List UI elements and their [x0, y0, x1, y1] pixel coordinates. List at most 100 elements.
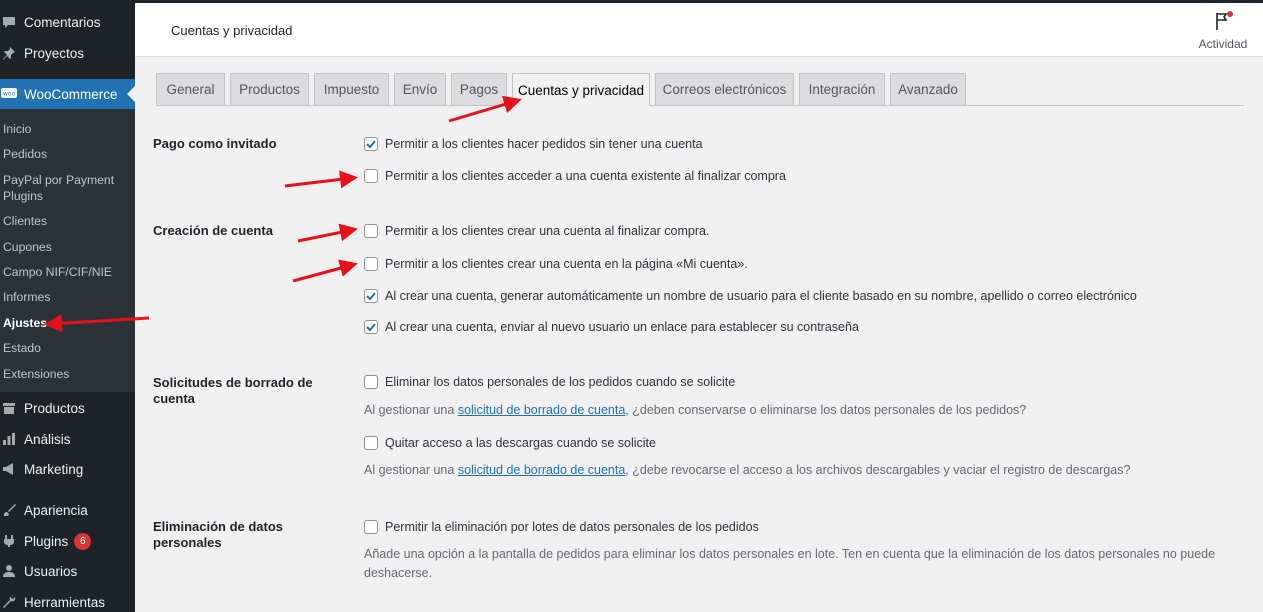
option-text: Permitir a los clientes acceder a una cu…	[385, 169, 786, 183]
menu-label: Análisis	[24, 431, 71, 447]
label-eliminacion-datos: Eliminación de datos personales	[153, 519, 284, 550]
admin-sidebar: Comentarios Proyectos woo WooCommerce In…	[0, 0, 135, 612]
settings-tabs: General Productos Impuesto Envío Pagos C…	[156, 73, 1244, 106]
checkbox-send-password-link[interactable]	[364, 320, 378, 334]
woocommerce-submenu: Inicio Pedidos PayPal por Payment Plugin…	[0, 109, 135, 392]
submenu-estado[interactable]: Estado	[3, 340, 133, 356]
menu-woocommerce[interactable]: woo WooCommerce	[0, 79, 135, 109]
chart-bar-icon	[0, 430, 18, 448]
notification-dot	[1227, 11, 1233, 17]
checkbox-login-checkout[interactable]	[364, 169, 378, 183]
checkbox-signup-myaccount[interactable]	[364, 257, 378, 271]
plugin-icon	[0, 532, 18, 550]
option-text: Al crear una cuenta, enviar al nuevo usu…	[385, 320, 859, 334]
option-text: Permitir la eliminación por lotes de dat…	[385, 520, 759, 534]
option-text: Permitir a los clientes hacer pedidos si…	[385, 137, 703, 151]
page-title: Cuentas y privacidad	[171, 23, 293, 38]
desc-text: , ¿debe revocarse el acceso a los archiv…	[625, 463, 1131, 477]
menu-marketing[interactable]: Marketing	[0, 454, 135, 484]
menu-label: Usuarios	[24, 563, 78, 579]
activity-button[interactable]: Actividad	[1193, 11, 1253, 51]
option-signup-checkout[interactable]: Permitir a los clientes crear una cuenta…	[364, 223, 709, 239]
archive-icon	[0, 399, 18, 417]
erasure-request-link-2[interactable]: solicitud de borrado de cuenta	[458, 463, 625, 477]
menu-label: Proyectos	[24, 45, 85, 61]
checkbox-bulk-remove[interactable]	[364, 520, 378, 534]
tab-impuesto[interactable]: Impuesto	[314, 73, 389, 105]
menu-plugins[interactable]: Plugins 6	[0, 526, 135, 556]
tab-productos[interactable]: Productos	[230, 73, 309, 105]
svg-text:woo: woo	[3, 91, 16, 98]
menu-apariencia[interactable]: Apariencia	[0, 495, 135, 525]
submenu-inicio[interactable]: Inicio	[3, 121, 133, 137]
desc-text: , ¿deben conservarse o eliminarse los da…	[625, 403, 1027, 417]
pin-icon	[0, 44, 18, 62]
activity-label: Actividad	[1198, 37, 1248, 51]
tab-integracion[interactable]: Integración	[799, 73, 885, 105]
submenu-campo-nif[interactable]: Campo NIF/CIF/NIE	[3, 264, 133, 280]
option-bulk-remove[interactable]: Permitir la eliminación por lotes de dat…	[364, 519, 759, 535]
label-solicitudes-borrado: Solicitudes de borrado de cuenta	[153, 375, 313, 406]
menu-label: WooCommerce	[24, 86, 118, 102]
menu-productos[interactable]: Productos	[0, 393, 135, 423]
wrench-icon	[0, 593, 18, 611]
option-text: Al crear una cuenta, generar automáticam…	[385, 289, 1137, 303]
menu-label: Plugins	[24, 533, 69, 549]
submenu-cupones[interactable]: Cupones	[3, 239, 133, 255]
megaphone-icon	[0, 460, 18, 478]
menu-comentarios[interactable]: Comentarios	[0, 7, 135, 37]
submenu-extensiones[interactable]: Extensiones	[3, 366, 133, 382]
menu-herramientas[interactable]: Herramientas	[0, 587, 135, 612]
menu-label: Apariencia	[24, 502, 88, 518]
desc-text: Al gestionar una	[364, 463, 458, 477]
submenu-informes[interactable]: Informes	[3, 289, 133, 305]
comment-icon	[0, 13, 18, 31]
submenu-clientes[interactable]: Clientes	[3, 213, 133, 229]
submenu-pedidos[interactable]: Pedidos	[3, 146, 133, 162]
arrow-to-login-checkbox	[284, 170, 358, 189]
checkbox-guest-checkout[interactable]	[364, 137, 378, 151]
checkbox-erasure-orders[interactable]	[364, 375, 378, 389]
option-guest-checkout[interactable]: Permitir a los clientes hacer pedidos si…	[364, 136, 703, 152]
menu-proyectos[interactable]: Proyectos	[0, 38, 135, 68]
option-signup-myaccount[interactable]: Permitir a los clientes crear una cuenta…	[364, 256, 748, 272]
tab-general[interactable]: General	[156, 73, 225, 105]
option-erasure-orders[interactable]: Eliminar los datos personales de los ped…	[364, 374, 735, 390]
woocommerce-icon: woo	[0, 85, 18, 103]
menu-label: Productos	[24, 400, 85, 416]
option-erasure-downloads[interactable]: Quitar acceso a las descargas cuando se …	[364, 435, 656, 451]
erasure-orders-description: Al gestionar una solicitud de borrado de…	[364, 401, 1026, 420]
user-icon	[0, 562, 18, 580]
option-text: Quitar acceso a las descargas cuando se …	[385, 436, 656, 450]
flag-icon	[1213, 11, 1233, 31]
option-login-checkout[interactable]: Permitir a los clientes acceder a una cu…	[364, 168, 786, 184]
menu-usuarios[interactable]: Usuarios	[0, 556, 135, 586]
label-pago-invitado: Pago como invitado	[153, 136, 277, 151]
label-creacion-cuenta: Creación de cuenta	[153, 223, 273, 238]
checkbox-generate-username[interactable]	[364, 289, 378, 303]
checkbox-erasure-downloads[interactable]	[364, 436, 378, 450]
update-count-badge: 6	[74, 532, 92, 550]
bulk-remove-description: Añade una opción a la pantalla de pedido…	[364, 547, 1216, 580]
tab-avanzado[interactable]: Avanzado	[890, 73, 966, 105]
menu-label: Marketing	[24, 461, 84, 477]
menu-label: Comentarios	[24, 14, 101, 30]
arrow-to-signup-myaccount	[292, 259, 358, 283]
paintbrush-icon	[0, 501, 18, 519]
submenu-ajustes[interactable]: Ajustes	[3, 315, 133, 331]
option-text: Permitir a los clientes crear una cuenta…	[385, 257, 748, 271]
tab-correos[interactable]: Correos electrónicos	[655, 73, 794, 105]
erasure-request-link[interactable]: solicitud de borrado de cuenta	[458, 403, 625, 417]
current-indicator	[127, 86, 135, 102]
submenu-paypal[interactable]: PayPal por Payment Plugins	[3, 172, 133, 204]
checkbox-signup-checkout[interactable]	[364, 224, 378, 238]
option-text: Permitir a los clientes crear una cuenta…	[385, 224, 710, 238]
tab-pagos[interactable]: Pagos	[451, 73, 507, 105]
option-send-password-link[interactable]: Al crear una cuenta, enviar al nuevo usu…	[364, 319, 859, 335]
menu-analisis[interactable]: Análisis	[0, 424, 135, 454]
option-generate-username[interactable]: Al crear una cuenta, generar automáticam…	[364, 288, 1137, 304]
tab-envio[interactable]: Envío	[394, 73, 446, 105]
desc-text: Al gestionar una	[364, 403, 458, 417]
tab-cuentas-privacidad[interactable]: Cuentas y privacidad	[512, 73, 650, 106]
menu-label: Herramientas	[24, 594, 106, 610]
